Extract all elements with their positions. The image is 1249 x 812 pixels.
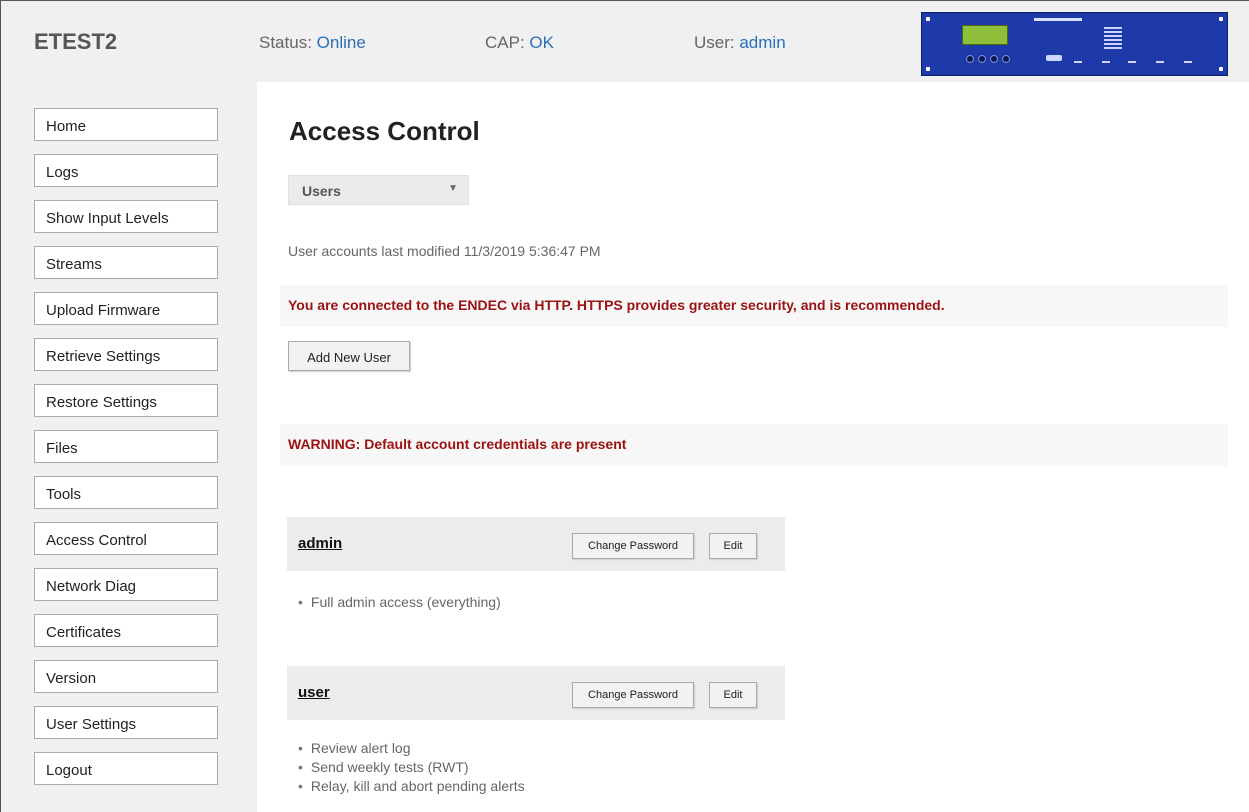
nav-user-settings[interactable]: User Settings	[34, 706, 218, 739]
cap-indicator: CAP: OK	[485, 33, 554, 53]
page-title: Access Control	[289, 116, 480, 146]
indicator-led	[1102, 61, 1110, 63]
indicator-led	[1184, 61, 1192, 63]
user-label: User:	[694, 33, 740, 52]
user-name-link[interactable]: admin	[298, 535, 342, 552]
permission-item: Send weekly tests (RWT)	[298, 759, 525, 778]
change-password-button[interactable]: Change Password	[572, 533, 694, 559]
device-front-panel-image	[921, 12, 1228, 76]
device-button	[1002, 55, 1010, 63]
user-name-link[interactable]: user	[298, 684, 330, 701]
admin-permissions-list: Full admin access (everything)	[298, 594, 501, 613]
nav-logs[interactable]: Logs	[34, 154, 218, 187]
header: ETEST2 Status: Online CAP: OK User: admi…	[0, 0, 1249, 82]
nav-logout[interactable]: Logout	[34, 752, 218, 785]
serial-port	[1046, 55, 1062, 61]
rack-hole	[1219, 67, 1223, 71]
triangle-down-icon: ▼	[448, 183, 458, 194]
nav-upload-firmware[interactable]: Upload Firmware	[34, 292, 218, 325]
last-modified-text: User accounts last modified 11/3/2019 5:…	[288, 243, 601, 259]
nav-certificates[interactable]: Certificates	[34, 614, 218, 647]
status-indicator: Status: Online	[259, 33, 366, 53]
permission-item: Review alert log	[298, 740, 525, 759]
permission-item: Full admin access (everything)	[298, 594, 501, 613]
rack-hole	[926, 17, 930, 21]
nav-network-diag[interactable]: Network Diag	[34, 568, 218, 601]
user-card-user: user Change Password Edit	[287, 666, 785, 720]
nav-tools[interactable]: Tools	[34, 476, 218, 509]
edit-user-button[interactable]: Edit	[709, 682, 757, 708]
main-content: Access Control Users ▼ User accounts las…	[257, 82, 1249, 812]
device-button	[990, 55, 998, 63]
rack-hole	[1219, 17, 1223, 21]
change-password-button[interactable]: Change Password	[572, 682, 694, 708]
cap-value: OK	[529, 33, 554, 52]
https-notice: You are connected to the ENDEC via HTTP.…	[280, 285, 1228, 327]
nav-access-control[interactable]: Access Control	[34, 522, 218, 555]
cap-label: CAP:	[485, 33, 530, 52]
user-value: admin	[739, 33, 786, 52]
nav-home[interactable]: Home	[34, 108, 218, 141]
indicator-led	[1074, 61, 1082, 63]
status-label: Status:	[259, 33, 317, 52]
edit-user-button[interactable]: Edit	[709, 533, 757, 559]
current-user-indicator: User: admin	[694, 33, 786, 53]
indicator-led	[1128, 61, 1136, 63]
rack-hole	[926, 67, 930, 71]
nav-retrieve-settings[interactable]: Retrieve Settings	[34, 338, 218, 371]
nav-files[interactable]: Files	[34, 430, 218, 463]
status-value: Online	[316, 33, 366, 52]
nav-restore-settings[interactable]: Restore Settings	[34, 384, 218, 417]
add-new-user-button[interactable]: Add New User	[288, 341, 410, 371]
indicator-led	[1156, 61, 1164, 63]
user-permissions-list: Review alert log Send weekly tests (RWT)…	[298, 740, 525, 797]
speaker-grill	[1104, 27, 1122, 49]
view-select[interactable]: Users ▼	[288, 175, 469, 205]
device-button	[966, 55, 974, 63]
permission-item: Relay, kill and abort pending alerts	[298, 778, 525, 797]
view-select-value: Users	[302, 183, 341, 199]
nav-version[interactable]: Version	[34, 660, 218, 693]
default-credentials-warning: WARNING: Default account credentials are…	[280, 424, 1228, 466]
nav-streams[interactable]: Streams	[34, 246, 218, 279]
device-brand-strip	[1034, 18, 1082, 21]
device-button	[978, 55, 986, 63]
site-name: ETEST2	[34, 29, 118, 54]
user-card-admin: admin Change Password Edit	[287, 517, 785, 571]
nav-show-input-levels[interactable]: Show Input Levels	[34, 200, 218, 233]
window-border-left	[0, 0, 1, 812]
device-lcd	[962, 25, 1008, 45]
